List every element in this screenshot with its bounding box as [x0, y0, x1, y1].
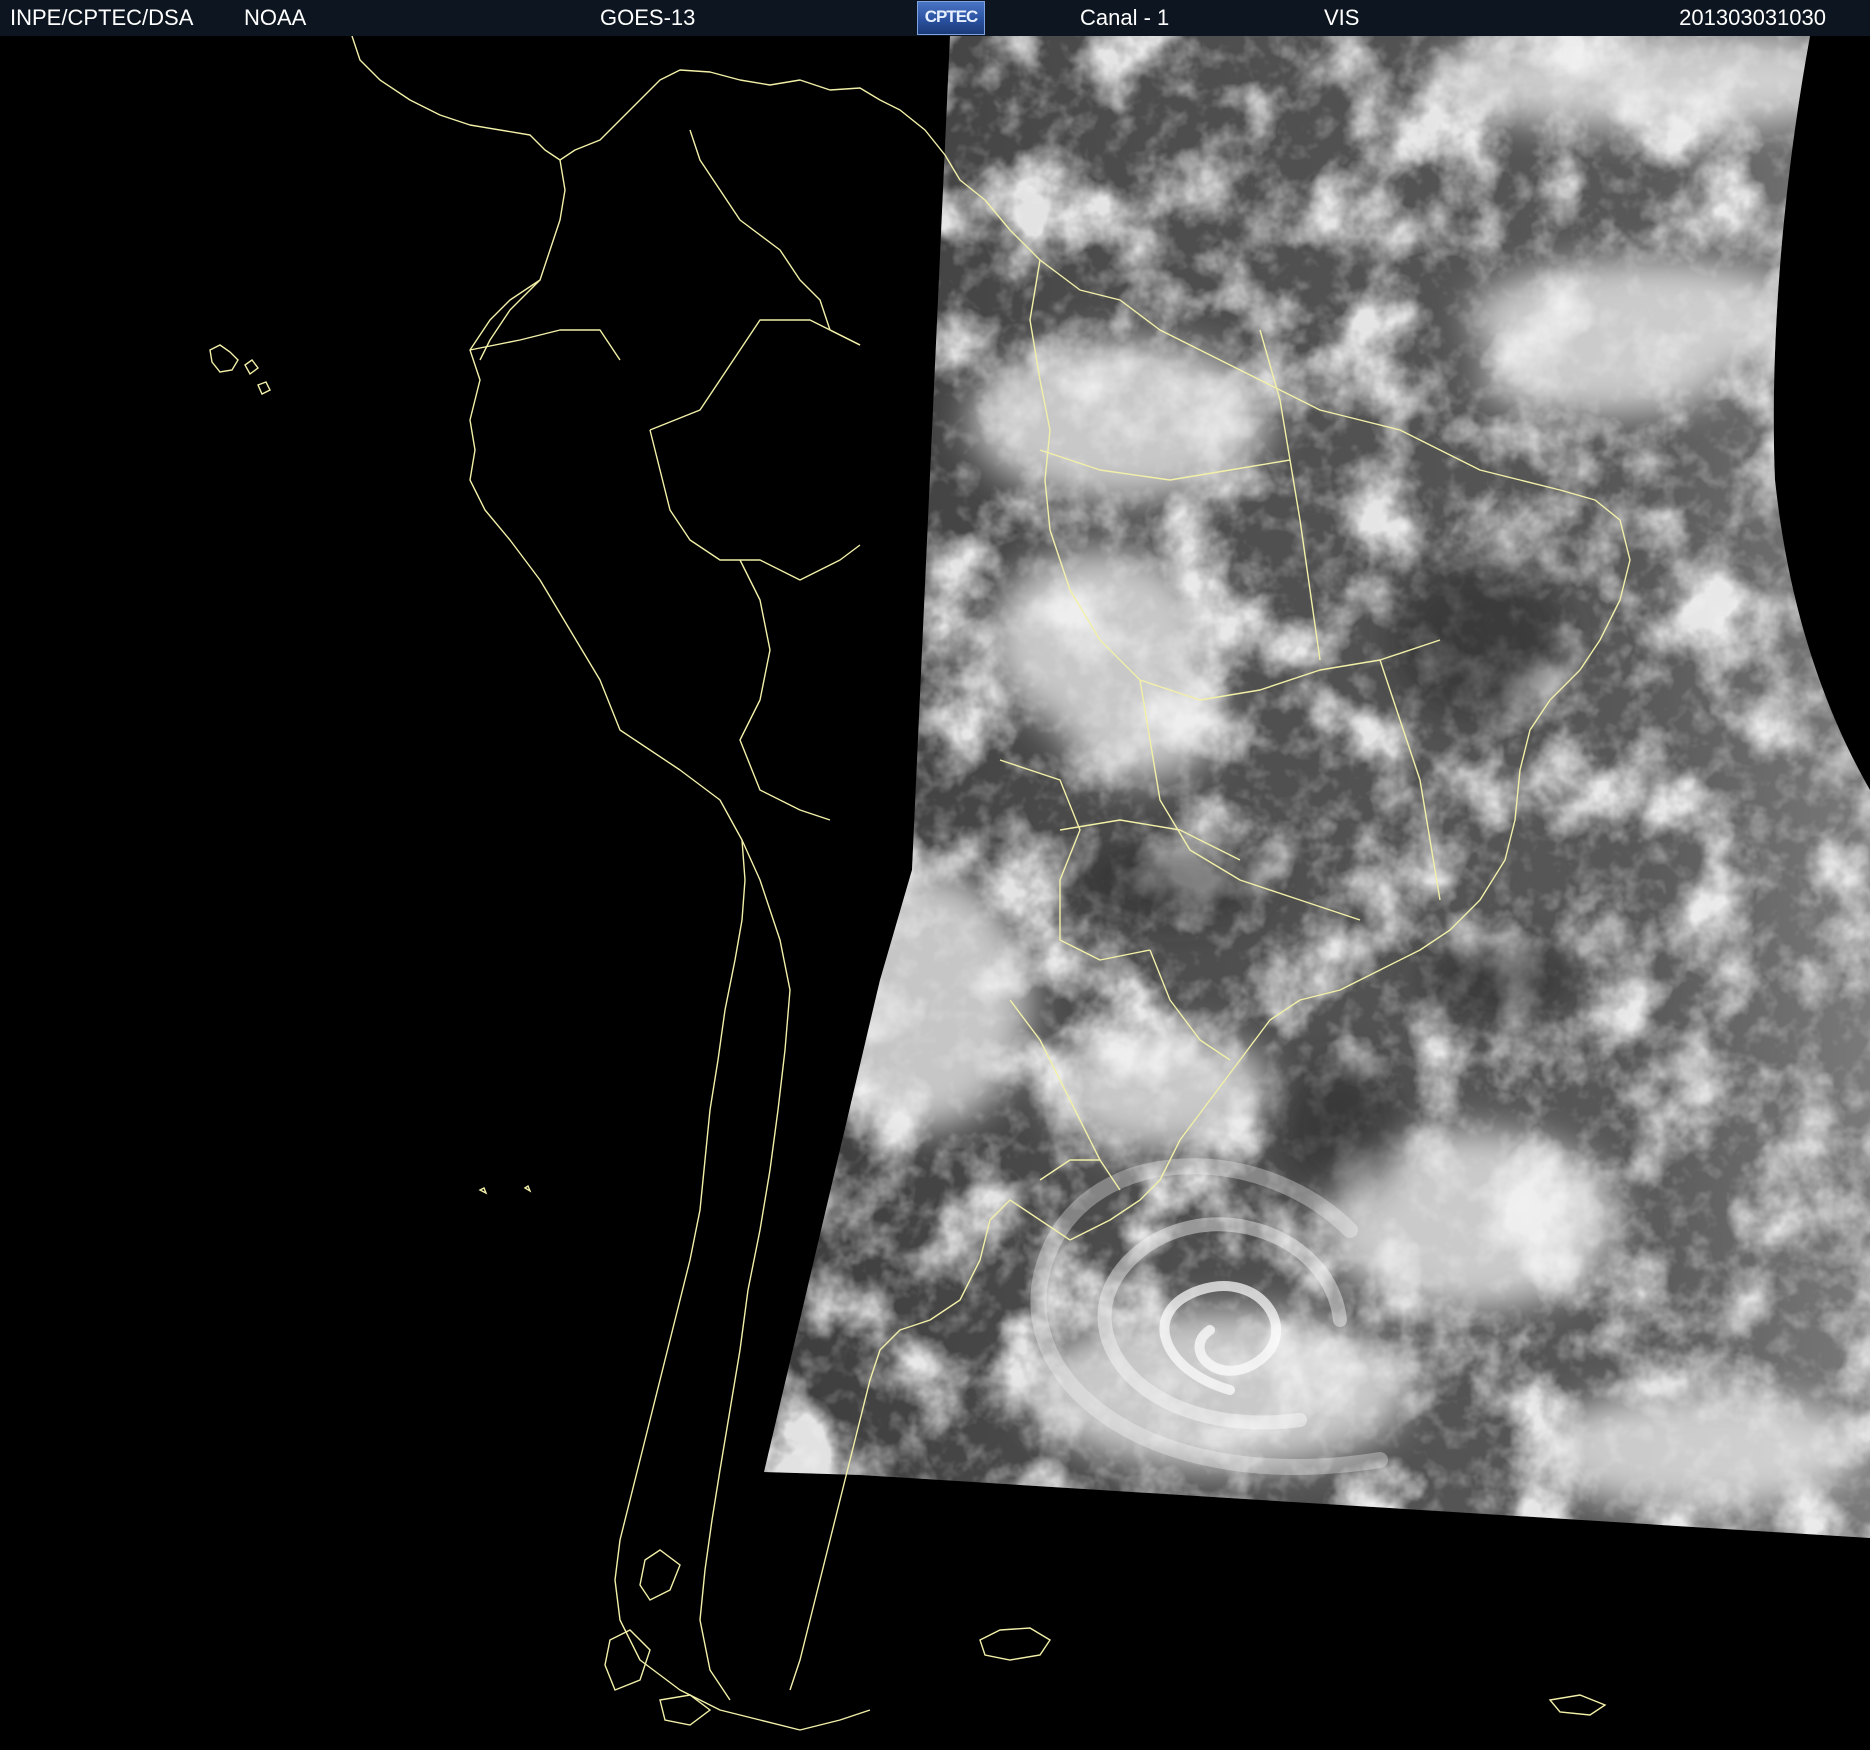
channel-label: Canal - 1: [1080, 5, 1170, 30]
band-label: VIS: [1324, 5, 1360, 30]
satellite-label: GOES-13: [600, 5, 696, 30]
cptec-logo: CPTEC: [917, 1, 985, 35]
satellite-map: [0, 36, 1870, 1750]
satellite-viewer: INPE/CPTEC/DSA NOAA GOES-13 CPTEC Canal …: [0, 0, 1870, 1750]
satellite-image: [0, 36, 1870, 1750]
header-bar: INPE/CPTEC/DSA NOAA GOES-13 CPTEC Canal …: [0, 0, 1870, 36]
timestamp-label: 201303031030: [1679, 5, 1826, 30]
institution-label: INPE/CPTEC/DSA: [10, 5, 194, 30]
agency-label: NOAA: [244, 5, 307, 30]
